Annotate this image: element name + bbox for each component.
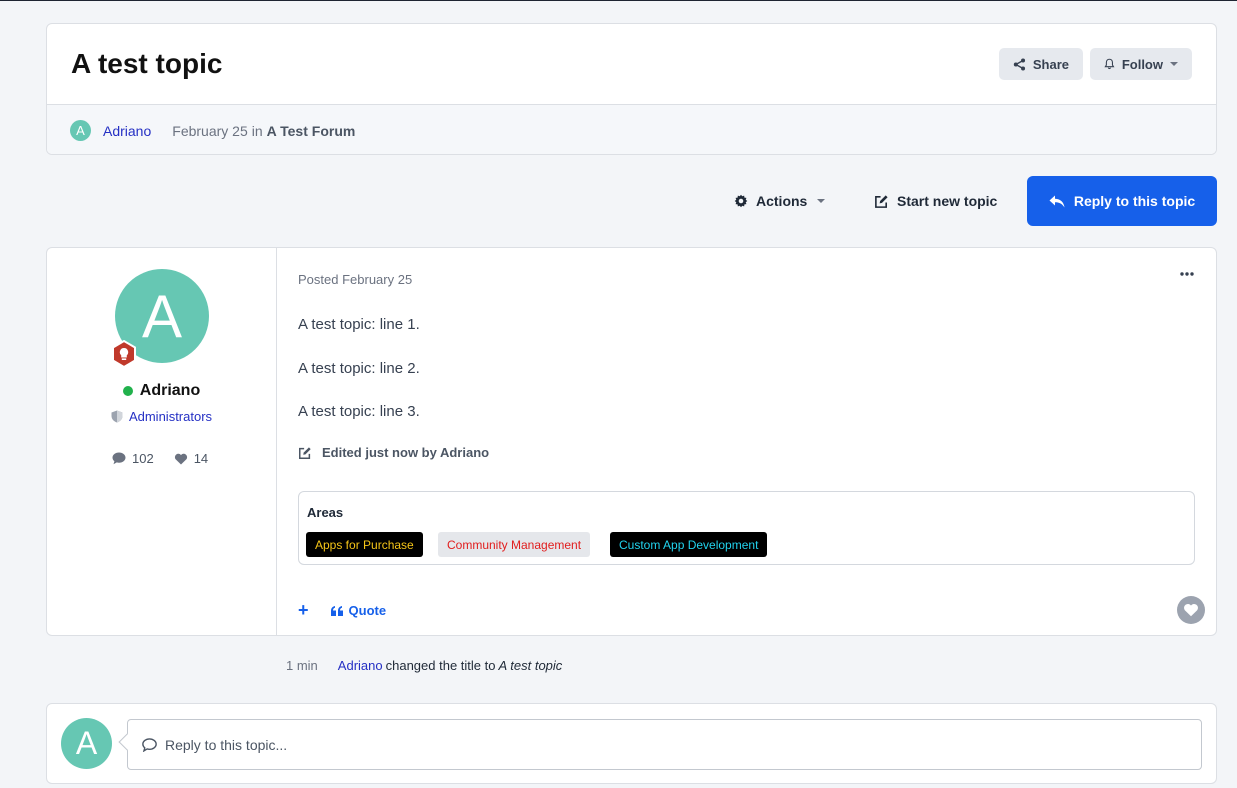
page-title: A test topic <box>71 48 223 79</box>
reputation-stat: 14 <box>174 451 208 466</box>
post-date[interactable]: Posted February 25 <box>298 272 412 287</box>
reply-input[interactable]: Reply to this topic... <box>127 719 1202 770</box>
reply-icon <box>1049 195 1065 207</box>
avatar[interactable]: A <box>70 120 91 141</box>
post-text-line: A test topic: line 2. <box>298 360 420 377</box>
areas-field: Areas Apps for Purchase Community Manage… <box>298 491 1195 565</box>
topic-meta: A Adriano February 25 in A Test Forum <box>47 104 1216 154</box>
reply-placeholder: Reply to this topic... <box>165 736 288 753</box>
areas-title: Areas <box>307 505 344 520</box>
reply-to-topic-button[interactable]: Reply to this topic <box>1027 176 1217 226</box>
event-user-link[interactable]: Adriano <box>338 658 383 673</box>
share-label: Share <box>1032 56 1069 72</box>
add-icon[interactable]: + <box>298 600 309 621</box>
chevron-down-icon <box>817 199 826 203</box>
post-text-line: A test topic: line 3. <box>298 403 420 420</box>
follow-button[interactable]: Follow <box>1090 48 1192 80</box>
online-status-icon <box>122 386 133 396</box>
current-user-avatar: A <box>61 718 112 769</box>
event-new-title: A test topic <box>498 658 563 673</box>
post: A Adriano Administrators 102 14 Posted F… <box>46 247 1217 636</box>
edited-notice: Edited just now by Adriano <box>298 445 489 460</box>
author-link[interactable]: Adriano <box>103 123 151 139</box>
title-change-event: 1 min Adriano changed the title to A tes… <box>286 658 562 673</box>
shield-icon <box>111 410 123 423</box>
event-text: changed the title to <box>385 658 496 673</box>
edit-icon <box>299 446 311 459</box>
post-text-line: A test topic: line 1. <box>298 316 420 333</box>
reply-to-topic-label: Reply to this topic <box>1073 193 1196 209</box>
more-options-icon[interactable] <box>1180 272 1194 276</box>
quote-button[interactable]: Quote <box>330 603 387 618</box>
author-name[interactable]: Adriano <box>140 382 200 400</box>
post-count-stat: 102 <box>112 451 154 466</box>
event-time: 1 min <box>286 658 318 673</box>
share-button[interactable]: Share <box>999 48 1083 80</box>
author-stats: 102 14 <box>112 451 208 466</box>
author-group-row: Administrators <box>47 409 276 424</box>
topic-header: A test topic Share Follow A Adriano Febr… <box>46 23 1217 155</box>
area-tag[interactable]: Community Management <box>438 532 591 557</box>
follow-label: Follow <box>1121 56 1163 72</box>
post-author-panel: A Adriano Administrators 102 14 <box>47 248 277 635</box>
edited-label: Edited just now by Adriano <box>322 445 490 460</box>
bell-icon <box>1104 58 1115 70</box>
like-button[interactable] <box>1177 596 1205 624</box>
topic-date: February 25 <box>172 122 248 139</box>
area-tag[interactable]: Apps for Purchase <box>306 532 423 557</box>
chevron-down-icon <box>1170 62 1178 66</box>
start-new-topic-label: Start new topic <box>897 193 998 209</box>
comment-icon <box>112 452 126 465</box>
post-controls: + Quote <box>298 600 386 621</box>
author-group[interactable]: Administrators <box>129 409 212 424</box>
forum-link[interactable]: A Test Forum <box>267 123 356 139</box>
actions-label: Actions <box>756 193 808 209</box>
share-icon <box>1013 57 1026 71</box>
forum-in-label: in <box>251 122 263 139</box>
start-new-topic-button[interactable]: Start new topic <box>874 176 997 226</box>
comment-icon <box>142 737 157 752</box>
post-count: 102 <box>132 451 154 466</box>
actions-menu-button[interactable]: Actions <box>734 176 826 226</box>
rank-badge-icon <box>112 340 136 368</box>
quote-icon <box>330 605 343 616</box>
edit-icon <box>875 194 888 208</box>
gear-icon <box>734 194 748 208</box>
quick-reply: A Reply to this topic... <box>46 703 1217 784</box>
author-name-row: Adriano <box>47 382 276 400</box>
post-content: Posted February 25 A test topic: line 1.… <box>298 248 1216 635</box>
heart-icon <box>1184 604 1198 617</box>
heart-icon <box>174 453 187 464</box>
quote-label: Quote <box>348 603 387 618</box>
area-tag[interactable]: Custom App Development <box>610 532 768 557</box>
reputation-count: 14 <box>193 451 209 466</box>
